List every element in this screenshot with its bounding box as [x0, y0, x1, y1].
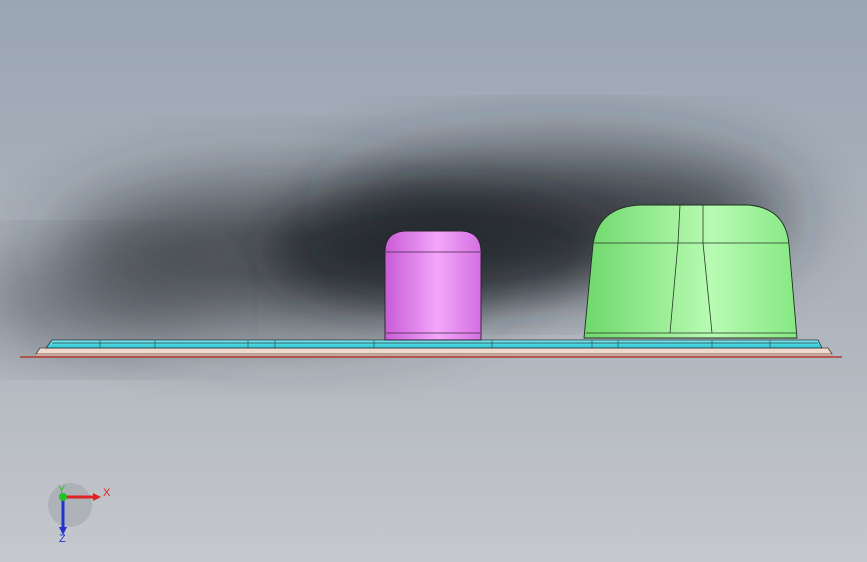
x-axis-label: X — [103, 487, 111, 499]
small-boss[interactable] — [384, 230, 482, 341]
z-axis-label: Z — [59, 533, 66, 545]
cad-graphics-area[interactable]: X Y Z — [0, 0, 867, 562]
base-flange[interactable] — [35, 347, 833, 356]
triad-shadow — [48, 483, 92, 527]
y-axis-label: Y — [58, 484, 66, 496]
large-boss[interactable] — [583, 204, 798, 339]
base-plate[interactable] — [45, 339, 823, 349]
